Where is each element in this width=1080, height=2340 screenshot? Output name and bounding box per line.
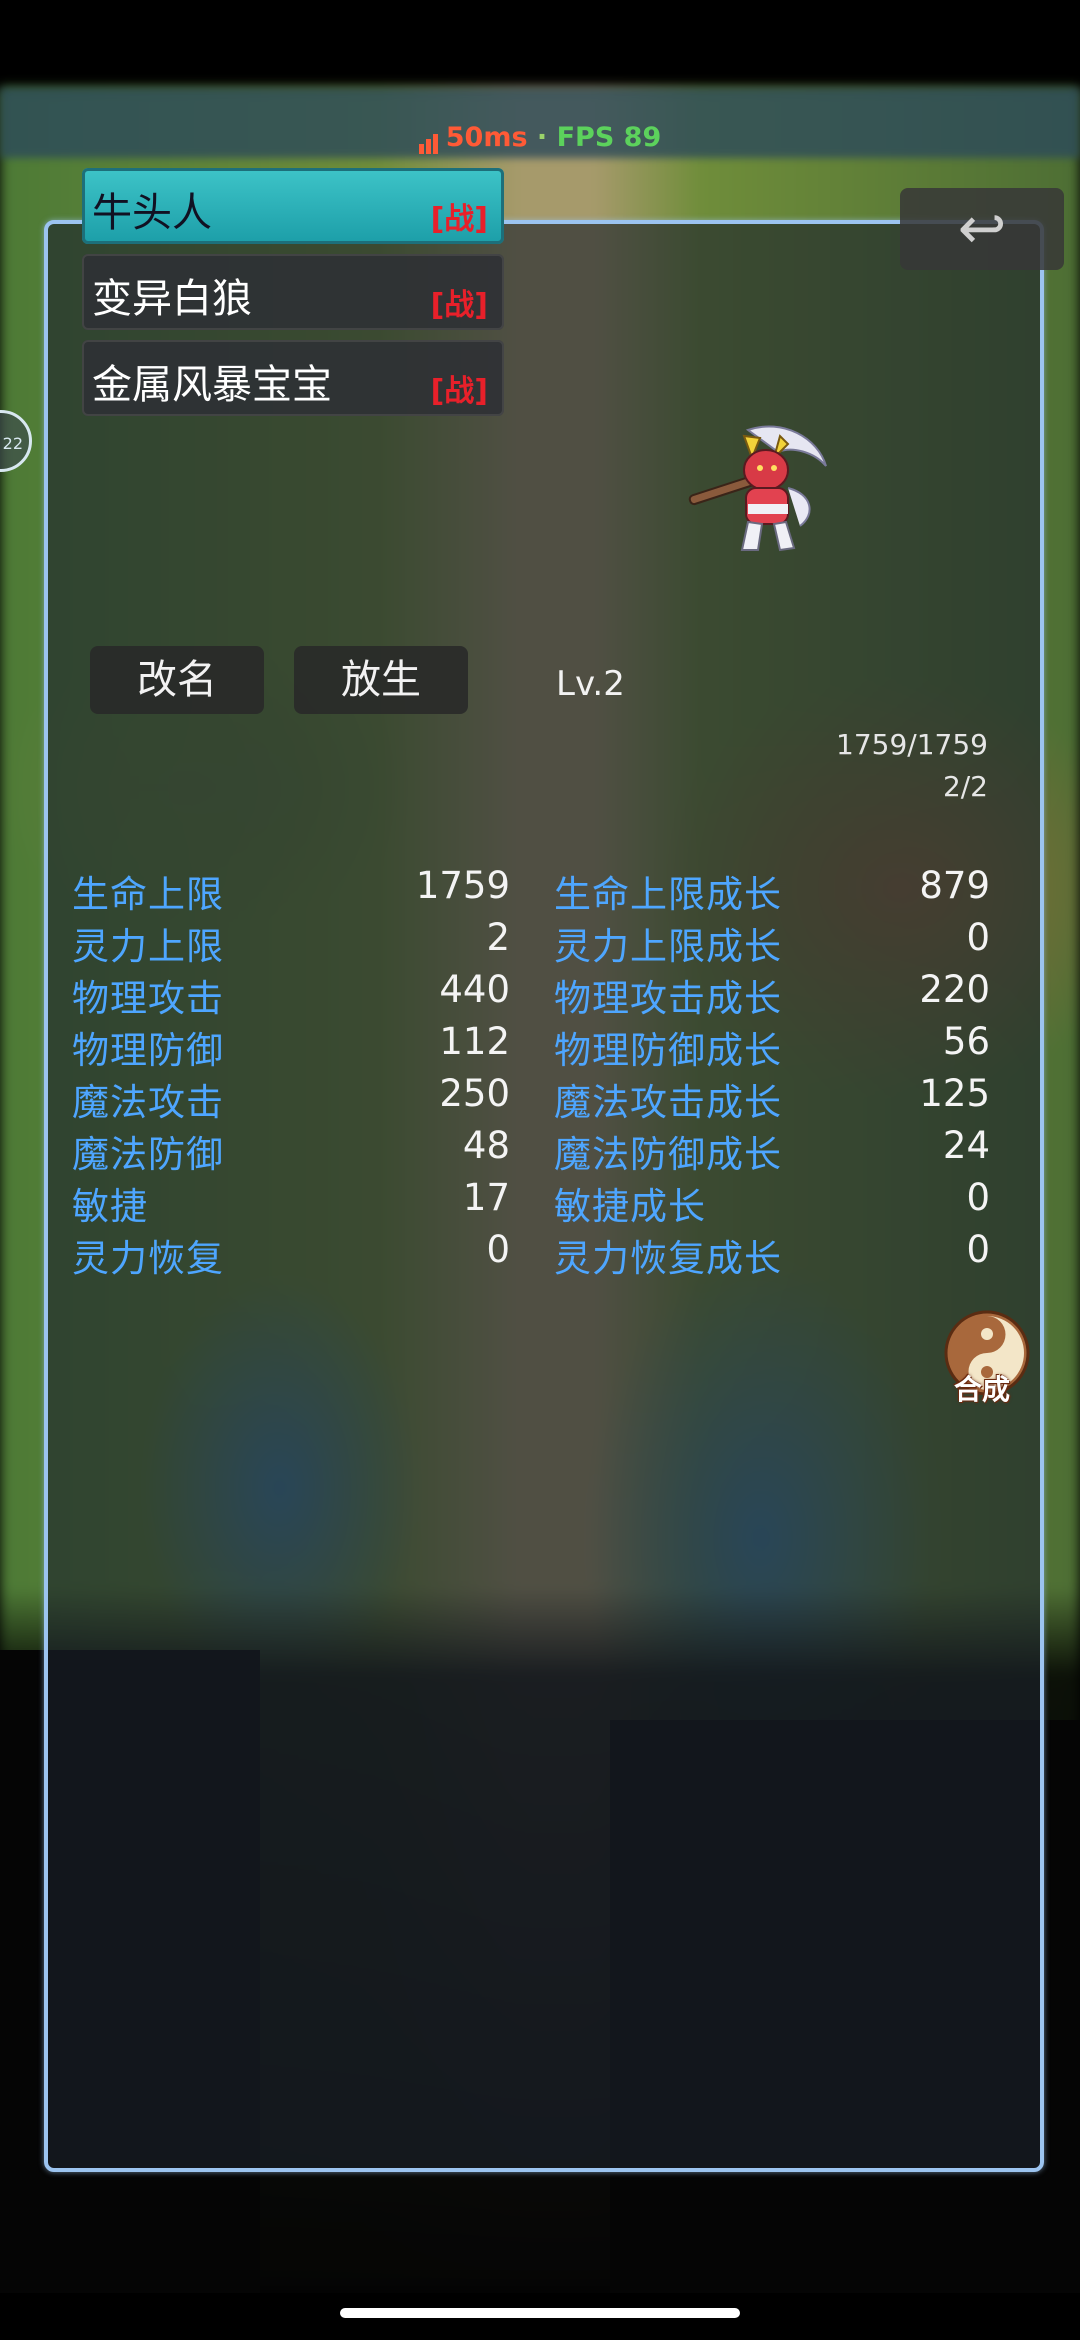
stat-label: 生命上限 xyxy=(72,873,224,916)
status-separator: · xyxy=(527,122,557,153)
growth-value: 0 xyxy=(966,916,990,959)
growth-label: 敏捷成长 xyxy=(554,1185,706,1228)
growth-label: 魔法防御成长 xyxy=(554,1133,782,1176)
growth-value: 220 xyxy=(919,968,990,1011)
battle-tag: [战] xyxy=(430,374,488,409)
pet-tab-3[interactable]: 金属风暴宝宝 [战] xyxy=(82,340,504,416)
battle-tag: [战] xyxy=(430,288,488,323)
pet-tab-2[interactable]: 变异白狼 [战] xyxy=(82,254,504,330)
stat-label: 敏捷 xyxy=(72,1185,148,1228)
stat-row: 灵力恢复 0 灵力恢复成长 0 xyxy=(72,1228,990,1280)
stat-value: 17 xyxy=(462,1176,510,1219)
stat-value: 48 xyxy=(462,1124,510,1167)
release-button[interactable]: 放生 xyxy=(294,646,468,714)
network-status: 50ms · FPS 89 xyxy=(0,122,1080,154)
growth-label: 生命上限成长 xyxy=(554,873,782,916)
growth-value: 0 xyxy=(966,1176,990,1219)
stat-row: 魔法攻击 250 魔法攻击成长 125 xyxy=(72,1072,990,1124)
stat-value: 440 xyxy=(439,968,510,1011)
growth-label: 物理攻击成长 xyxy=(554,977,782,1020)
stat-label: 物理攻击 xyxy=(72,977,224,1020)
growth-value: 125 xyxy=(919,1072,990,1115)
stat-value: 0 xyxy=(486,1228,510,1271)
pet-level: Lv.2 xyxy=(556,664,625,704)
battle-tag: [战] xyxy=(430,202,488,237)
growth-value: 56 xyxy=(942,1020,990,1063)
stat-row: 物理攻击 440 物理攻击成长 220 xyxy=(72,968,990,1020)
side-circle-label: 22 xyxy=(2,434,23,453)
stat-label: 魔法防御 xyxy=(72,1133,224,1176)
stat-value: 112 xyxy=(439,1020,510,1063)
stat-row: 灵力上限 2 灵力上限成长 0 xyxy=(72,916,990,968)
stat-label: 灵力恢复 xyxy=(72,1237,224,1280)
stats-table: 生命上限 1759 生命上限成长 879 灵力上限 2 灵力上限成长 0 物理攻… xyxy=(72,864,990,1280)
home-indicator[interactable] xyxy=(340,2308,740,2318)
pet-name: 牛头人 xyxy=(92,190,212,236)
stat-value: 250 xyxy=(439,1072,510,1115)
back-icon: ↩ xyxy=(957,194,1007,262)
stat-label: 魔法攻击 xyxy=(72,1081,224,1124)
stat-row: 魔法防御 48 魔法防御成长 24 xyxy=(72,1124,990,1176)
growth-label: 灵力上限成长 xyxy=(554,925,782,968)
growth-value: 0 xyxy=(966,1228,990,1271)
growth-value: 24 xyxy=(942,1124,990,1167)
pet-tab-1[interactable]: 牛头人 [战] xyxy=(82,168,504,244)
growth-label: 魔法攻击成长 xyxy=(554,1081,782,1124)
stat-label: 物理防御 xyxy=(72,1029,224,1072)
pet-avatar xyxy=(688,425,827,552)
hp-text: 1759/1759 xyxy=(836,728,988,761)
growth-label: 物理防御成长 xyxy=(554,1029,782,1072)
rename-button[interactable]: 改名 xyxy=(90,646,264,714)
signal-icon xyxy=(418,123,440,154)
growth-label: 灵力恢复成长 xyxy=(554,1237,782,1280)
back-button[interactable]: ↩ xyxy=(900,188,1064,270)
mp-text: 2/2 xyxy=(942,770,988,803)
stat-row: 敏捷 17 敏捷成长 0 xyxy=(72,1176,990,1228)
stat-row: 物理防御 112 物理防御成长 56 xyxy=(72,1020,990,1072)
stat-value: 1759 xyxy=(415,864,510,907)
synthesis-label: 合成 xyxy=(954,1373,1011,1406)
fps-text: FPS 89 xyxy=(556,122,662,153)
stat-label: 灵力上限 xyxy=(72,925,224,968)
stat-row: 生命上限 1759 生命上限成长 879 xyxy=(72,864,990,916)
stat-value: 2 xyxy=(486,916,510,959)
growth-value: 879 xyxy=(919,864,990,907)
ping-text: 50ms xyxy=(445,122,528,153)
pet-name: 金属风暴宝宝 xyxy=(92,362,332,408)
pet-name: 变异白狼 xyxy=(92,276,252,322)
